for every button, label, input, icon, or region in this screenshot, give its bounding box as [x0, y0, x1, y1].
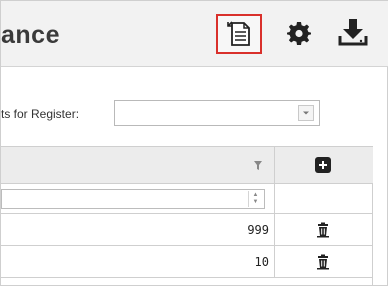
report-icon [227, 21, 250, 46]
settings-button[interactable] [284, 18, 314, 48]
download-button[interactable] [336, 15, 370, 49]
gear-icon [287, 22, 311, 45]
column-divider [274, 147, 275, 278]
download-icon [338, 19, 368, 46]
table-row: 10 [1, 246, 373, 278]
data-grid: ▲ ▼ 999 10 [1, 146, 373, 286]
register-dropdown-button[interactable] [298, 105, 314, 121]
add-row-button[interactable] [315, 157, 331, 173]
register-select[interactable] [114, 100, 320, 126]
register-label: ts for Register: [1, 107, 80, 121]
app-frame: ance ts for Register: ▲ ▼ 999 10 [0, 0, 388, 286]
quantity-cell: 999 [247, 223, 269, 237]
filter-icon[interactable] [253, 161, 263, 171]
quantity-filter-stepper[interactable]: ▲ ▼ [248, 191, 262, 207]
grid-header [1, 147, 373, 184]
quantity-cell: 10 [254, 255, 269, 269]
trash-icon[interactable] [315, 254, 331, 270]
report-button[interactable] [216, 14, 262, 54]
page-header: ance [1, 1, 388, 67]
trash-icon[interactable] [315, 222, 331, 238]
table-row: 999 [1, 214, 373, 246]
plus-icon [319, 161, 327, 169]
quantity-filter-input[interactable]: ▲ ▼ [1, 189, 265, 209]
page-title: ance [1, 21, 60, 49]
chevron-down-icon [303, 111, 309, 115]
grid-filter-row: ▲ ▼ [1, 184, 373, 214]
